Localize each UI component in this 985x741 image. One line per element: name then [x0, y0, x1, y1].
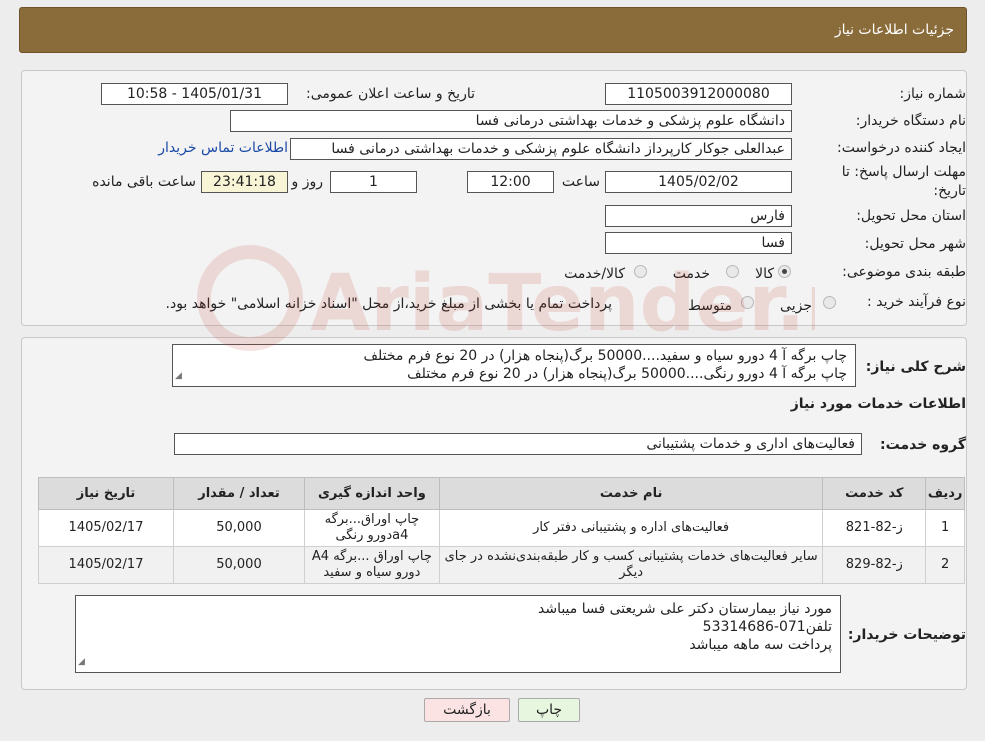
unit: چاپ اوراق ...برگه A4 دورو سیاه و سفید: [303, 546, 440, 584]
category-goods-service-radio[interactable]: [634, 265, 647, 278]
buyer-notes-line-1: مورد نیاز بیمارستان دکتر علی شریعتی فسا …: [537, 601, 832, 617]
unit: چاپ اوراق...برگه a4دورو رنگی: [303, 509, 440, 547]
requester-field: عبدالعلی جوکار کارپرداز دانشگاه علوم پزش…: [290, 138, 792, 160]
remaining-time-label: ساعت باقی مانده: [92, 174, 196, 190]
table-row: 2 ز-82-829 سایر فعالیت‌های خدمات پشتیبان…: [37, 546, 965, 584]
resize-grip-icon[interactable]: ◢: [78, 653, 85, 671]
summary-textarea[interactable]: چاپ برگه آ 4 دورو سیاه و سفید....50000 ب…: [172, 344, 856, 387]
deadline-date-field: 1405/02/02: [605, 171, 792, 193]
buyer-notes-label: توضیحات خریدار:: [847, 627, 966, 643]
remaining-time-field: 23:41:18: [201, 171, 288, 193]
buyer-contact-link[interactable]: اطلاعات تماس خریدار: [158, 140, 288, 156]
category-service-radio[interactable]: [726, 265, 739, 278]
category-goods-radio[interactable]: [778, 265, 791, 278]
province-field: فارس: [605, 205, 792, 227]
buyer-notes-textarea[interactable]: مورد نیاز بیمارستان دکتر علی شریعتی فسا …: [75, 595, 841, 673]
city-label: شهر محل تحویل:: [864, 236, 966, 252]
quantity: 50,000: [173, 546, 305, 584]
col-quantity: تعداد / مقدار: [173, 477, 305, 510]
col-need-date: تاریخ نیاز: [37, 477, 175, 510]
process-type-label: نوع فرآیند خرید :: [867, 294, 966, 310]
row-index: 1: [925, 509, 965, 547]
resize-grip-icon[interactable]: ◢: [175, 367, 182, 385]
page-header: جزئیات اطلاعات نیاز: [19, 7, 967, 53]
summary-label: شرح کلی نیاز:: [865, 359, 966, 375]
need-date: 1405/02/17: [37, 509, 175, 547]
service-name: فعالیت‌های اداره و پشتیبانی دفتر کار: [438, 509, 824, 547]
category-goods-label: کالا: [755, 266, 774, 282]
announce-date-label: تاریخ و ساعت اعلان عمومی:: [306, 86, 475, 102]
category-goods-service-label: کالا/خدمت: [564, 266, 625, 282]
back-button[interactable]: بازگشت: [424, 698, 510, 722]
city-field: فسا: [605, 232, 792, 254]
service-group-field: فعالیت‌های اداری و خدمات پشتیبانی: [174, 433, 862, 455]
need-info-panel: [21, 70, 967, 326]
remaining-days-label: روز و: [291, 174, 324, 190]
services-table: ردیف کد خدمت نام خدمت واحد اندازه گیری ت…: [37, 477, 965, 584]
col-service-code: کد خدمت: [822, 477, 927, 510]
buyer-org-field: دانشگاه علوم پزشکی و خدمات بهداشتی درمان…: [230, 110, 792, 132]
service-group-label: گروه خدمت:: [880, 437, 966, 453]
buyer-notes-line-2: تلفن071-53314686: [702, 619, 832, 635]
service-name: سایر فعالیت‌های خدمات پشتیبانی کسب و کار…: [438, 546, 824, 584]
process-partial-label: جزیی: [780, 298, 812, 314]
deadline-label-line1: مهلت ارسال پاسخ: تا: [841, 164, 966, 180]
province-label: استان محل تحویل:: [856, 208, 966, 224]
col-row: ردیف: [925, 477, 965, 510]
row-index: 2: [925, 546, 965, 584]
process-note: پرداخت تمام یا بخشی از مبلغ خرید،از محل …: [165, 296, 612, 312]
category-label: طبقه بندی موضوعی:: [842, 264, 966, 280]
remaining-days-field: 1: [330, 171, 417, 193]
category-service-label: خدمت: [672, 266, 710, 282]
process-partial-radio[interactable]: [823, 296, 836, 309]
deadline-time-label: ساعت: [561, 174, 600, 190]
requester-label: ایجاد کننده درخواست:: [837, 140, 966, 156]
page-title: جزئیات اطلاعات نیاز: [834, 22, 954, 38]
service-code: ز-82-821: [822, 509, 927, 547]
summary-line-1: چاپ برگه آ 4 دورو سیاه و سفید....50000 ب…: [363, 348, 847, 364]
process-medium-radio[interactable]: [741, 296, 754, 309]
table-row: 1 ز-82-821 فعالیت‌های اداره و پشتیبانی د…: [37, 509, 965, 547]
col-service-name: نام خدمت: [438, 477, 824, 510]
deadline-time-field: 12:00: [467, 171, 554, 193]
buyer-org-label: نام دستگاه خریدار:: [855, 113, 966, 129]
process-medium-label: متوسط: [688, 298, 732, 314]
buyer-notes-line-3: پرداخت سه ماهه میباشد: [689, 637, 832, 653]
summary-line-2: چاپ برگه آ 4 دورو رنگی....50000 برگ(پنجا…: [407, 366, 847, 382]
need-number-label: شماره نیاز:: [899, 86, 967, 102]
print-button[interactable]: چاپ: [518, 698, 580, 722]
need-date: 1405/02/17: [37, 546, 175, 584]
need-number-field: 1105003912000080: [605, 83, 792, 105]
services-section-title: اطلاعات خدمات مورد نیاز: [790, 396, 966, 412]
deadline-label-line2: تاریخ:: [933, 183, 966, 199]
col-unit: واحد اندازه گیری: [303, 477, 440, 510]
table-header-row: ردیف کد خدمت نام خدمت واحد اندازه گیری ت…: [37, 477, 965, 510]
service-code: ز-82-829: [822, 546, 927, 584]
quantity: 50,000: [173, 509, 305, 547]
announce-date-field: 1405/01/31 - 10:58: [101, 83, 288, 105]
